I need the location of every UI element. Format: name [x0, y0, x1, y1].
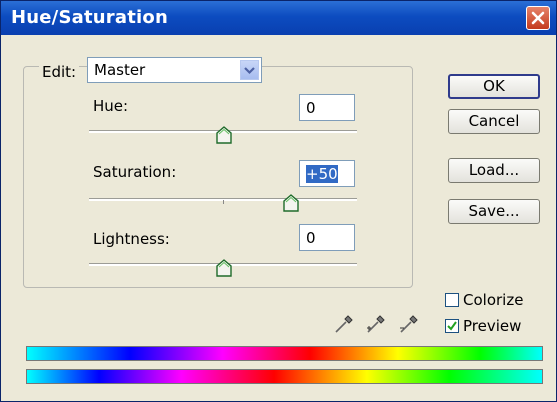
lightness-input[interactable]: 0	[299, 224, 355, 251]
lightness-slider-thumb[interactable]	[216, 259, 232, 277]
input-hue-bar	[26, 346, 543, 361]
saturation-input[interactable]: +50	[299, 160, 355, 187]
eyedropper-minus-icon[interactable]	[398, 313, 420, 335]
ok-button[interactable]: OK	[448, 74, 540, 99]
colorize-label: Colorize	[463, 291, 524, 309]
hue-label: Hue:	[93, 97, 129, 115]
saturation-center-tick	[223, 200, 224, 204]
edit-selected-value: Master	[94, 61, 146, 79]
close-button[interactable]	[526, 6, 550, 30]
eyedropper-plus-icon[interactable]	[365, 313, 387, 335]
edit-dropdown[interactable]: Master	[87, 57, 262, 83]
output-hue-bar	[26, 369, 543, 384]
edit-label: Edit:	[39, 63, 80, 81]
saturation-label: Saturation:	[93, 163, 177, 181]
preview-checkbox[interactable]	[445, 319, 459, 333]
hue-saturation-dialog: Hue/Saturation Edit: Master Hue: 0 Satur…	[0, 0, 557, 402]
saturation-slider-thumb[interactable]	[283, 194, 299, 212]
dropdown-arrow-icon[interactable]	[240, 60, 259, 80]
checkmark-icon	[447, 321, 457, 331]
preview-label: Preview	[463, 317, 522, 335]
colorize-checkbox[interactable]	[445, 293, 459, 307]
eyedropper-icon[interactable]	[333, 313, 355, 335]
title-bar[interactable]: Hue/Saturation	[1, 1, 556, 35]
cancel-button[interactable]: Cancel	[448, 109, 540, 134]
save-button[interactable]: Save...	[448, 199, 540, 224]
hue-input[interactable]: 0	[299, 94, 355, 121]
lightness-label: Lightness:	[93, 230, 170, 248]
load-button[interactable]: Load...	[448, 158, 540, 183]
close-icon	[531, 11, 545, 25]
hue-slider-thumb[interactable]	[216, 126, 232, 144]
dialog-title: Hue/Saturation	[11, 7, 168, 28]
